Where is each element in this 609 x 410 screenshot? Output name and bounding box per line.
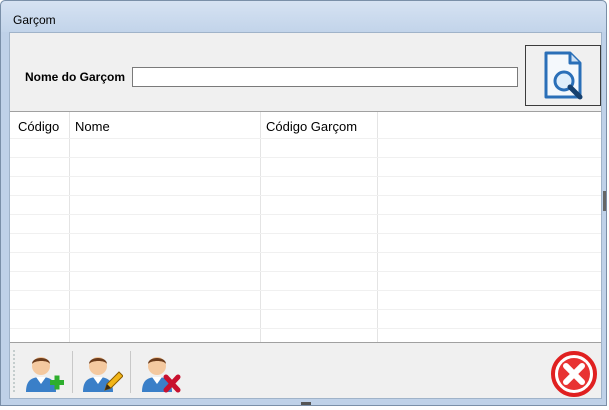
close-button[interactable] [549, 350, 599, 398]
toolbar-grip[interactable] [13, 349, 15, 393]
toolbar-separator [130, 351, 131, 393]
search-input[interactable] [132, 67, 518, 87]
grid-row-line [10, 138, 601, 139]
column-codigo-garcom: Código Garçom [261, 112, 378, 342]
column-header-codigo-garcom[interactable]: Código Garçom [266, 119, 357, 134]
grid-row-line [10, 290, 601, 291]
window-title: Garçom [13, 13, 56, 27]
user-add-icon [26, 357, 64, 392]
bottom-toolbar [10, 343, 601, 399]
column-codigo: Código [10, 112, 70, 342]
delete-user-button[interactable] [136, 349, 184, 395]
resize-handle-bottom[interactable] [301, 402, 311, 405]
user-delete-icon [142, 357, 181, 393]
grid-row-line [10, 271, 601, 272]
grid-row-line [10, 328, 601, 329]
grid-row-line [10, 176, 601, 177]
search-label: Nome do Garçom [25, 70, 126, 84]
column-header-nome[interactable]: Nome [75, 119, 110, 134]
client-area: Nome do Garçom Código Nome Código Garçom [9, 32, 602, 399]
resize-handle-right[interactable] [603, 191, 606, 211]
close-icon [551, 351, 597, 397]
data-grid[interactable]: Código Nome Código Garçom [10, 111, 601, 343]
add-user-button[interactable] [20, 349, 68, 395]
column-header-codigo[interactable]: Código [18, 119, 59, 134]
user-edit-icon [83, 357, 123, 392]
edit-user-button[interactable] [77, 349, 125, 395]
title-bar[interactable]: Garçom [1, 1, 606, 32]
grid-row-line [10, 309, 601, 310]
grid-row-line [10, 214, 601, 215]
document-search-icon [544, 51, 583, 99]
grid-row-line [10, 157, 601, 158]
grid-row-line [10, 195, 601, 196]
search-button[interactable] [525, 45, 601, 106]
window: Garçom Nome do Garçom Código Nome Código… [0, 0, 607, 406]
column-nome: Nome [70, 112, 261, 342]
grid-row-line [10, 233, 601, 234]
search-panel: Nome do Garçom [10, 33, 601, 111]
toolbar-separator [72, 351, 73, 393]
grid-row-line [10, 252, 601, 253]
